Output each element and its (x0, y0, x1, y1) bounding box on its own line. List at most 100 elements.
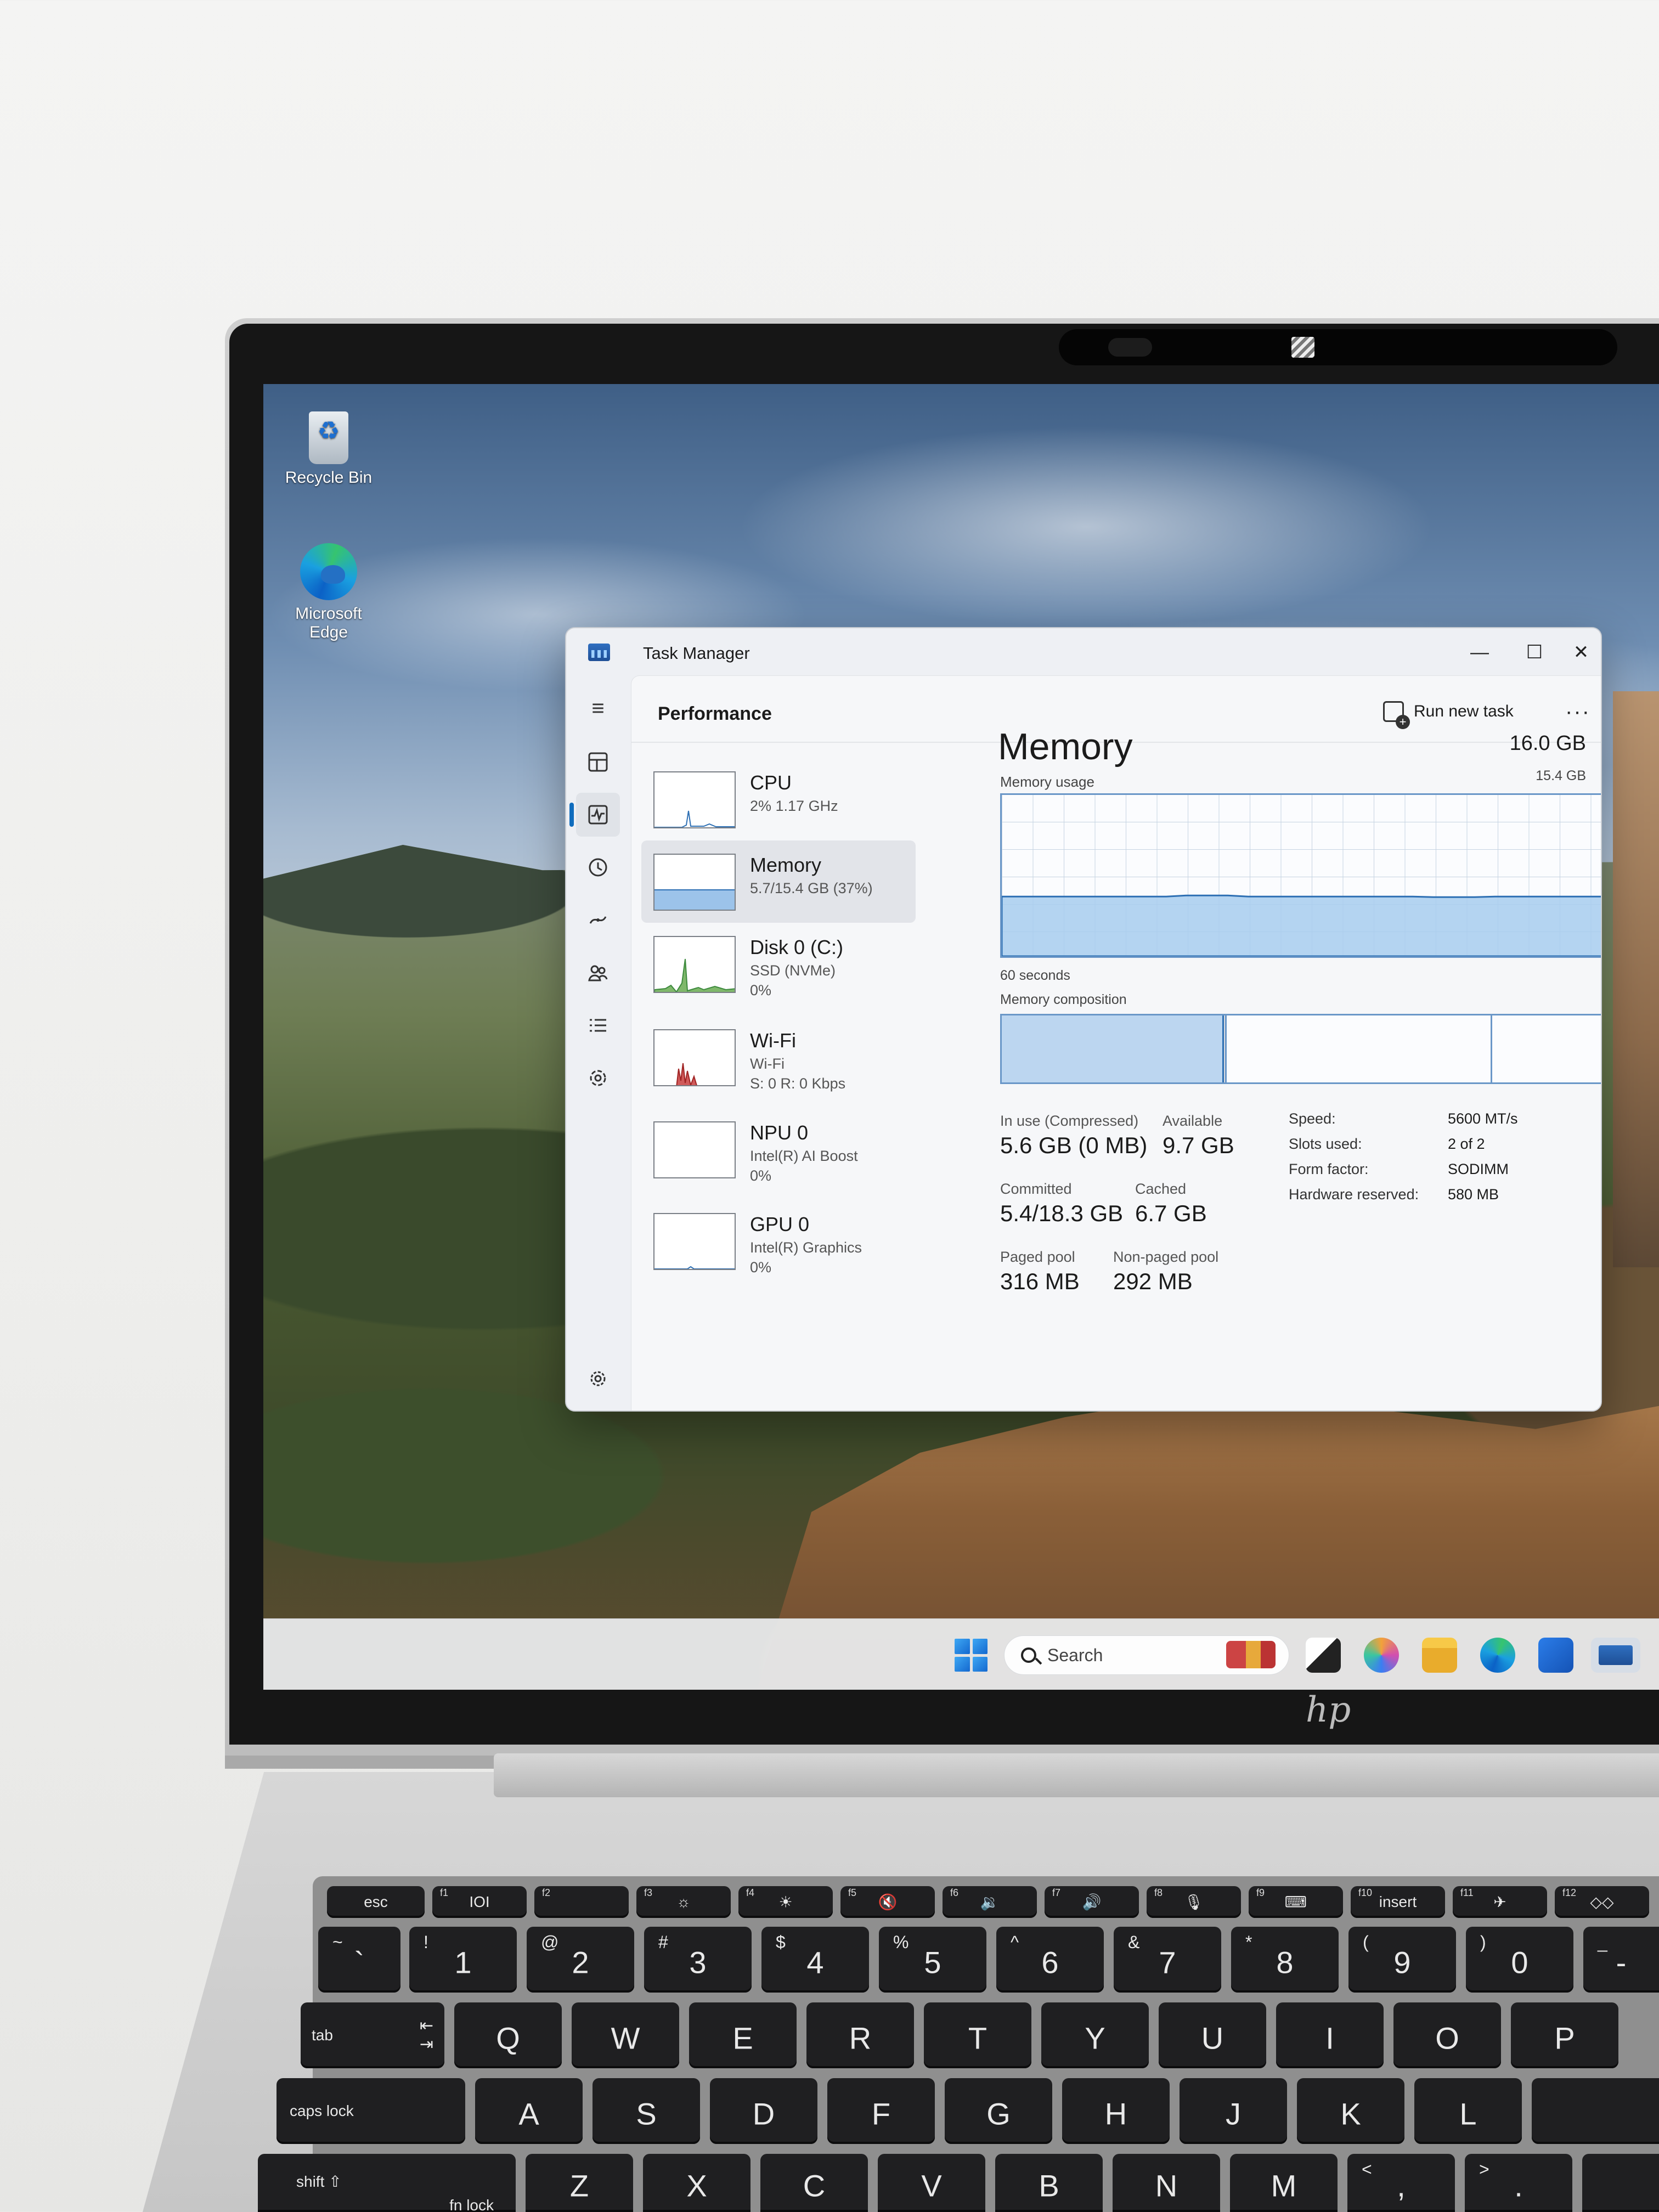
key-period[interactable]: >. (1465, 2154, 1572, 2212)
run-new-task-button[interactable]: Run new task (1383, 692, 1553, 731)
key-f9[interactable]: f9 ⌨ (1249, 1886, 1343, 1918)
page-title: Performance (658, 703, 772, 724)
key-minus[interactable]: _ - (1583, 1927, 1659, 1993)
key-s[interactable]: S (592, 2078, 700, 2144)
hamburger-menu-icon[interactable]: ≡ (576, 686, 620, 730)
key-u[interactable]: U (1159, 2002, 1266, 2068)
copilot-icon[interactable] (1364, 1638, 1399, 1673)
services-icon[interactable] (576, 1056, 620, 1100)
key-d[interactable]: D (710, 2078, 817, 2144)
key-w[interactable]: W (572, 2002, 679, 2068)
key-caps-lock[interactable]: caps lock (276, 2078, 465, 2144)
minimize-button[interactable]: — (1449, 636, 1510, 669)
key-i[interactable]: I (1276, 2002, 1384, 2068)
device-item-gpu[interactable]: GPU 0 Intel(R) Graphics 0% (641, 1200, 916, 1282)
device-item-npu[interactable]: NPU 0 Intel(R) AI Boost 0% (641, 1108, 916, 1190)
start-button[interactable] (955, 1639, 988, 1672)
desktop-icon-microsoft-edge[interactable]: Microsoft Edge (276, 543, 381, 642)
key-slash[interactable] (1582, 2154, 1659, 2212)
key-5[interactable]: % 5 (879, 1927, 986, 1993)
key-shift-left[interactable]: shift ⇧ fn lock (258, 2154, 516, 2212)
key-h[interactable]: H (1062, 2078, 1170, 2144)
device-item-disk[interactable]: Disk 0 (C:) SSD (NVMe) 0% (641, 923, 916, 1005)
store-icon[interactable] (1538, 1638, 1573, 1673)
key-f11[interactable]: f11 ✈ (1453, 1886, 1547, 1918)
key-f1[interactable]: f1 IOI (432, 1886, 527, 1918)
run-new-task-icon (1383, 701, 1410, 729)
key-p[interactable]: P (1511, 2002, 1618, 2068)
key-6[interactable]: ^ 6 (996, 1927, 1104, 1993)
key-8[interactable]: * 8 (1231, 1927, 1339, 1993)
key-2[interactable]: @2 (527, 1927, 634, 1993)
device-item-memory[interactable]: Memory 5.7/15.4 GB (37%) (641, 840, 916, 923)
key-9[interactable]: (9 (1348, 1927, 1456, 1993)
key-v[interactable]: V (878, 2154, 985, 2212)
key-n[interactable]: N (1113, 2154, 1220, 2212)
key-m[interactable]: M (1230, 2154, 1338, 2212)
performance-icon[interactable] (576, 793, 620, 837)
desktop-icon-recycle-bin[interactable]: ♻ Recycle Bin (276, 411, 381, 487)
key-f3[interactable]: f3 ☼ (636, 1886, 731, 1918)
key-q[interactable]: Q (454, 2002, 562, 2068)
key-backtick[interactable]: ~ ` (318, 1927, 400, 1993)
users-icon[interactable] (576, 951, 620, 995)
task-view-icon[interactable] (1306, 1638, 1341, 1673)
maximize-button[interactable]: ☐ (1504, 636, 1565, 669)
edge-icon[interactable] (1480, 1638, 1515, 1673)
key-c[interactable]: C (760, 2154, 868, 2212)
startup-apps-icon[interactable] (576, 898, 620, 942)
window-title: Task Manager (643, 644, 750, 663)
key-f[interactable]: F (827, 2078, 935, 2144)
key-f6[interactable]: f6 🔉 (943, 1886, 1037, 1918)
key-l[interactable]: L (1414, 2078, 1522, 2144)
key-x[interactable]: X (643, 2154, 751, 2212)
memory-heading: Memory (998, 726, 1133, 768)
key-f12[interactable]: f12 ◇◇ (1555, 1886, 1649, 1918)
app-history-icon[interactable] (576, 845, 620, 889)
key-o[interactable]: O (1393, 2002, 1501, 2068)
key-0[interactable]: ) 0 (1466, 1927, 1573, 1993)
processes-icon[interactable] (576, 740, 620, 784)
key-semicolon[interactable] (1532, 2078, 1659, 2144)
task-manager-taskbar-icon[interactable] (1591, 1638, 1640, 1673)
key-4[interactable]: $4 (761, 1927, 869, 1993)
key-f4[interactable]: f4 ☀ (738, 1886, 833, 1918)
device-subtitle: Wi-Fi (750, 1056, 785, 1072)
key-j[interactable]: J (1180, 2078, 1287, 2144)
key-e[interactable]: E (689, 2002, 797, 2068)
key-z[interactable]: Z (526, 2154, 633, 2212)
device-usage: 0% (750, 1259, 772, 1276)
settings-icon[interactable] (576, 1357, 620, 1401)
title-bar[interactable]: Task Manager — ☐ ✕ (566, 628, 1601, 675)
search-placeholder: Search (1047, 1645, 1103, 1665)
more-options-button[interactable]: ··· (1559, 692, 1597, 731)
file-explorer-icon[interactable] (1422, 1638, 1457, 1673)
key-f8[interactable]: f8 🎙 (1147, 1886, 1241, 1918)
key-g[interactable]: G (945, 2078, 1052, 2144)
key-k[interactable]: K (1297, 2078, 1404, 2144)
key-r[interactable]: R (806, 2002, 914, 2068)
key-f10[interactable]: f10 insert (1351, 1886, 1445, 1918)
memory-usage-max: 15.4 GB (1536, 768, 1586, 783)
key-y[interactable]: Y (1041, 2002, 1149, 2068)
device-item-cpu[interactable]: CPU 2% 1.17 GHz (641, 758, 916, 840)
key-esc[interactable]: esc (327, 1886, 425, 1918)
key-t[interactable]: T (924, 2002, 1031, 2068)
key-3[interactable]: #3 (644, 1927, 752, 1993)
device-subtitle: Intel(R) Graphics (750, 1239, 862, 1256)
available-value: 9.7 GB (1163, 1132, 1234, 1158)
key-tab[interactable]: tab ⇤ ⇥ (301, 2002, 444, 2068)
key-1[interactable]: ! 1 (409, 1927, 517, 1993)
key-b[interactable]: B (995, 2154, 1103, 2212)
privacy-shutter-icon (1291, 337, 1314, 358)
details-icon[interactable] (576, 1003, 620, 1047)
key-f2[interactable]: f2 (534, 1886, 629, 1918)
close-button[interactable]: ✕ (1559, 636, 1601, 669)
cpu-thumbnail-graph (653, 771, 736, 828)
device-item-wifi[interactable]: Wi-Fi Wi-Fi S: 0 R: 0 Kbps (641, 1016, 916, 1098)
key-f7[interactable]: f7 🔊 (1045, 1886, 1139, 1918)
key-a[interactable]: A (475, 2078, 583, 2144)
key-7[interactable]: & 7 (1114, 1927, 1221, 1993)
key-comma[interactable]: <, (1347, 2154, 1455, 2212)
key-f5[interactable]: f5 🔇 (840, 1886, 935, 1918)
